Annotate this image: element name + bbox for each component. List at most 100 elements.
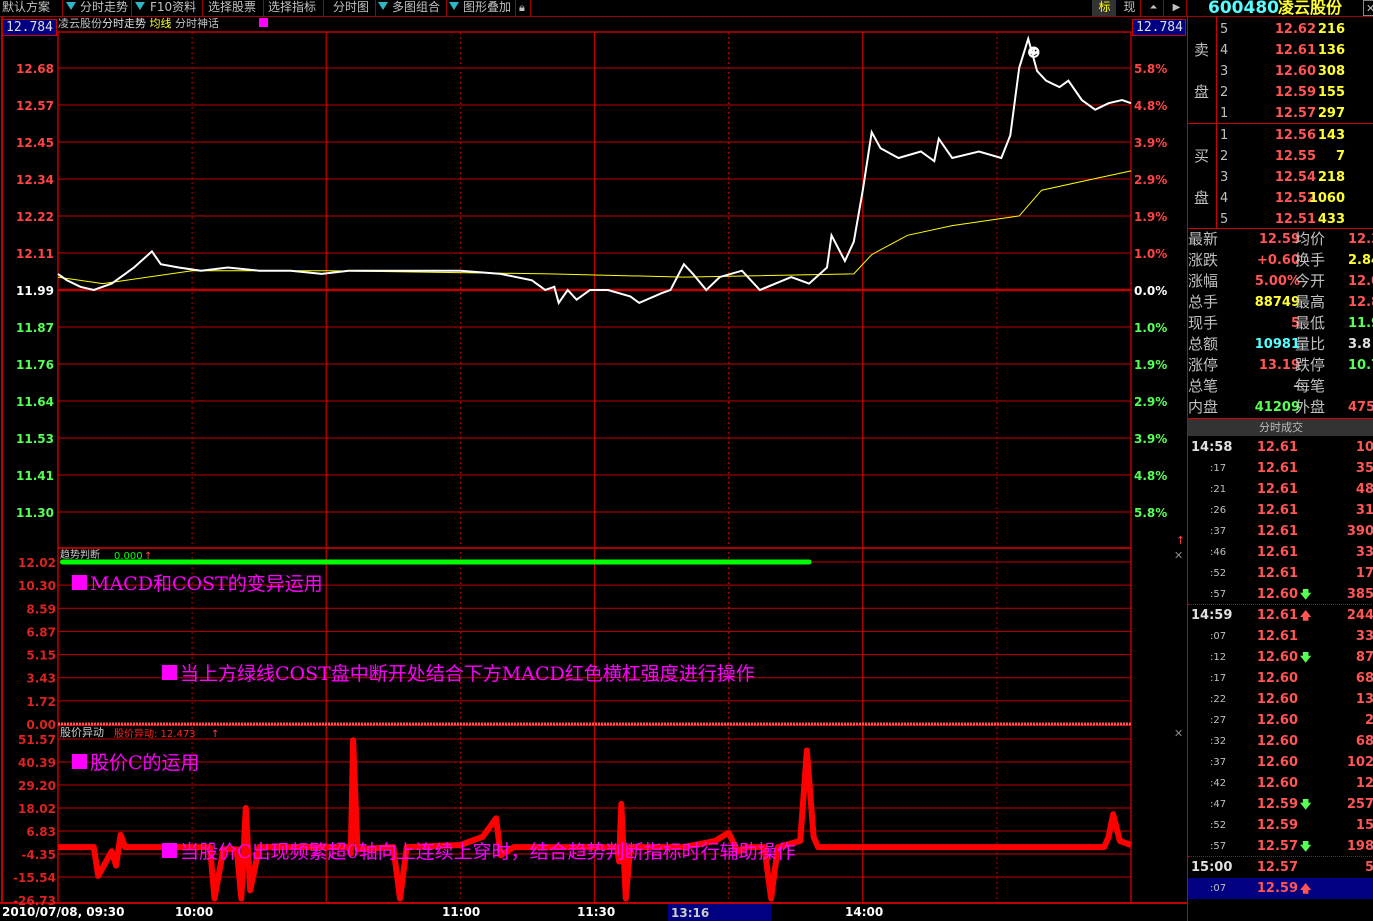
stat-value: 3.8	[1348, 337, 1372, 352]
trade-price: 12.60	[1256, 671, 1298, 686]
trend-tick-label: 3.43	[26, 672, 56, 686]
trade-time: :57	[1210, 841, 1227, 852]
orderbook-row-buy[interactable]: 2 12.55 7	[1188, 146, 1373, 167]
trade-price: 12.61	[1256, 461, 1298, 476]
trade-volume: 33	[1355, 545, 1373, 560]
trade-row: :42 12.60 12	[1188, 773, 1373, 794]
trade-time: 14:59	[1191, 608, 1233, 623]
trend-tick-label: 12.02	[18, 556, 56, 570]
pane-close-icon[interactable]: ✕	[1174, 727, 1183, 740]
trade-volume: 15	[1355, 818, 1373, 833]
trade-price: 12.61	[1256, 482, 1298, 497]
price-tick-label: 11.53	[16, 432, 54, 446]
orderbook-volume: 143	[1317, 128, 1345, 143]
time-axis-label: 11:00	[442, 905, 480, 919]
orderbook-row-buy[interactable]: 3 12.54 218	[1188, 167, 1373, 188]
stat-label: 量比	[1295, 335, 1326, 353]
trade-volume: 257	[1346, 797, 1373, 812]
quote-panel: 卖盘买盘 5 12.62 216 4 12.61 136 3 12.60 308 2 12.59 155…	[1187, 17, 1373, 921]
orderbook-row-sell[interactable]: 4 12.61 136	[1188, 40, 1373, 61]
percent-tick-label: 4.8%	[1134, 469, 1167, 483]
trade-price: 12.60	[1256, 692, 1298, 707]
trade-time: :52	[1210, 568, 1227, 579]
stat-label: 涨跌	[1188, 251, 1219, 269]
trade-time: :12	[1210, 652, 1227, 663]
trade-row: :17 12.60 68	[1188, 668, 1373, 689]
orderbook-row-buy[interactable]: 5 12.51 433	[1188, 209, 1373, 230]
stat-label: 最低	[1295, 314, 1326, 332]
percent-tick-label: 5.8%	[1134, 506, 1167, 520]
time-axis-label: 14:00	[845, 905, 883, 919]
osc-tick-label: 40.39	[18, 756, 56, 770]
trade-volume: 102	[1346, 755, 1373, 770]
trades-header[interactable]: 分时成交	[1188, 418, 1373, 436]
trade-volume: 5	[1324, 857, 1373, 878]
trade-volume: 385	[1346, 587, 1373, 602]
arrow-down-icon: 🡇	[1300, 798, 1312, 811]
orderbook-volume: 216	[1317, 22, 1345, 37]
price-tick-label: 12.68	[16, 62, 54, 76]
price-tick-label: 11.76	[16, 358, 54, 372]
orderbook-row-sell[interactable]: 2 12.59 155	[1188, 82, 1373, 103]
trend-tick-label: 0.00	[26, 718, 56, 732]
trade-volume: 10	[1355, 440, 1373, 455]
price-tick-label: 12.11	[16, 247, 54, 261]
trade-row: :12 12.60 🡇 87	[1188, 647, 1373, 668]
price-tick-label: 11.30	[16, 506, 54, 520]
percent-tick-label: 2.9%	[1134, 395, 1167, 409]
price-tick-label: 12.22	[16, 210, 54, 224]
stock-name: 凌云股份	[1278, 0, 1343, 16]
orderbook-row-buy[interactable]: 1 12.56 143	[1188, 125, 1373, 146]
trend-annotation-title: MACD和COST的变异运用	[90, 573, 323, 595]
price-tick-label: 11.64	[16, 395, 54, 409]
trend-annotation-note: 当上方绿线COST盘中断开处结合下方MACD红色横杠强度进行操作	[180, 663, 755, 685]
trade-time: :37	[1210, 757, 1227, 768]
trade-volume: 2	[1324, 710, 1373, 731]
chart-area[interactable]: 12.68 5.8% 12.57 4.8% 12.45 3.9% 12.34 2.9% 12.2…	[0, 0, 1187, 921]
orderbook-row-sell[interactable]: 3 12.60 308	[1188, 61, 1373, 82]
trade-price: 12.59	[1256, 881, 1298, 896]
time-axis-label: 11:30	[577, 905, 615, 919]
trade-time: :07	[1210, 883, 1227, 894]
stat-value: 11.9	[1348, 316, 1373, 331]
osc-annotation-title: 股价C的运用	[90, 752, 200, 774]
time-axis-label: 10:00	[175, 905, 213, 919]
trade-price: 12.60	[1256, 650, 1298, 665]
arrow-down-icon: 🡇	[1300, 588, 1312, 601]
percent-tick-label: 2.9%	[1134, 173, 1167, 187]
stat-label: 每笔	[1295, 377, 1326, 395]
trade-volume: 33	[1355, 629, 1373, 644]
stat-value: 4754	[1348, 400, 1373, 415]
stat-value: 12.3	[1348, 232, 1373, 247]
trade-volume: 12	[1355, 776, 1373, 791]
close-icon[interactable]: ✕	[1363, 0, 1373, 16]
stat-value: +0.60	[1257, 253, 1300, 268]
scroll-up-icon[interactable]: ↑	[1176, 534, 1185, 547]
orderbook-volume: 308	[1317, 64, 1345, 79]
osc-tick-label: 18.02	[18, 802, 56, 816]
trade-row: :07 12.59 🡅	[1188, 878, 1373, 899]
trade-time: :42	[1210, 778, 1227, 789]
orderbook-row-sell[interactable]: 1 12.57 297	[1188, 103, 1373, 124]
stat-label: 最高	[1295, 293, 1326, 311]
percent-tick-label: 1.9%	[1134, 210, 1167, 224]
stat-label: 外盘	[1295, 398, 1326, 416]
stat-label: 涨幅	[1188, 272, 1219, 290]
osc-value: 股价异动: 12.473	[114, 728, 196, 740]
orderbook-row-sell[interactable]: 5 12.62 216	[1188, 19, 1373, 40]
trend-tick-label: 6.87	[26, 625, 56, 639]
trade-price: 12.61	[1256, 503, 1298, 518]
trade-row: :46 12.61 33	[1188, 542, 1373, 563]
osc-title: 股价异动	[60, 726, 104, 739]
trade-volume: 13	[1355, 692, 1373, 707]
arrow-up-icon: 🡅	[1300, 882, 1312, 895]
trade-volume: 35	[1355, 461, 1373, 476]
osc-tick-label: 29.20	[18, 779, 56, 793]
trade-row: :52 12.61 17	[1188, 563, 1373, 584]
trade-price: 12.60	[1256, 587, 1298, 602]
stat-label: 总笔	[1188, 377, 1219, 395]
stat-label: 涨停	[1188, 356, 1219, 374]
orderbook-row-buy[interactable]: 4 12.52 1060	[1188, 188, 1373, 209]
pane-close-icon[interactable]: ✕	[1174, 549, 1183, 562]
trade-price: 12.59	[1256, 818, 1298, 833]
